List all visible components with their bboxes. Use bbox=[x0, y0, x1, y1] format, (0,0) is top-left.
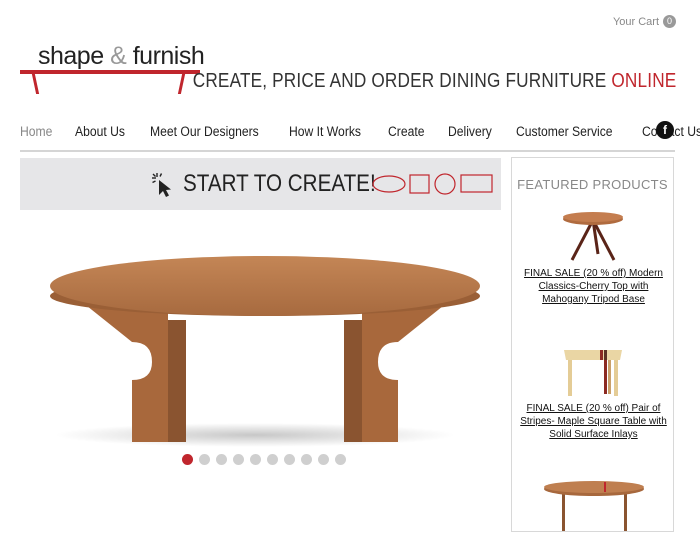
nav-item-create[interactable]: Create bbox=[388, 124, 424, 139]
product-link-1[interactable]: FINAL SALE (20 % off) Modern Classics-Ch… bbox=[518, 267, 669, 306]
main-nav: Home About Us Meet Our Designers How It … bbox=[20, 124, 700, 139]
logo-word-shape: shape bbox=[38, 42, 104, 70]
featured-products-panel: FEATURED PRODUCTS FINAL SALE (20 % off) … bbox=[511, 157, 674, 532]
carousel-dot[interactable] bbox=[233, 454, 244, 465]
logo-table-leg-right bbox=[177, 74, 186, 94]
product-image-oval-table[interactable] bbox=[542, 478, 646, 532]
featured-products-title: FEATURED PRODUCTS bbox=[517, 177, 668, 192]
nav-item-about-us[interactable]: About Us bbox=[75, 124, 125, 139]
product-image-maple-square-table[interactable] bbox=[562, 344, 624, 398]
logo-table-top bbox=[20, 70, 200, 74]
tagline-main: CREATE, PRICE AND ORDER DINING FURNITURE bbox=[192, 70, 606, 92]
carousel-dot[interactable] bbox=[301, 454, 312, 465]
carousel-dot[interactable] bbox=[250, 454, 261, 465]
start-to-create-banner[interactable]: START TO CREATE! bbox=[20, 158, 501, 210]
tagline-accent: ONLINE bbox=[610, 70, 676, 92]
nav-item-home[interactable]: Home bbox=[20, 124, 52, 139]
cart-link[interactable]: Your Cart 0 bbox=[613, 15, 676, 28]
cart-count-badge: 0 bbox=[663, 15, 676, 28]
cart-label: Your Cart bbox=[612, 15, 659, 28]
cursor-click-icon bbox=[152, 173, 171, 197]
carousel-dot[interactable] bbox=[216, 454, 227, 465]
nav-item-meet-our-designers[interactable]: Meet Our Designers bbox=[150, 124, 259, 139]
logo-word-furnish: furnish bbox=[132, 42, 205, 70]
tagline: CREATE, PRICE AND ORDER DINING FURNITURE… bbox=[192, 70, 676, 93]
carousel-dot[interactable] bbox=[318, 454, 329, 465]
carousel-dot[interactable] bbox=[335, 454, 346, 465]
carousel-dot[interactable] bbox=[199, 454, 210, 465]
nav-item-delivery[interactable]: Delivery bbox=[448, 124, 492, 139]
product-image-tripod-table[interactable] bbox=[560, 210, 626, 262]
carousel-indicators bbox=[182, 454, 346, 465]
table-shapes-icon bbox=[372, 173, 493, 195]
nav-item-customer-service[interactable]: Customer Service bbox=[516, 124, 613, 139]
nav-divider bbox=[20, 150, 675, 152]
carousel-dot[interactable] bbox=[267, 454, 278, 465]
facebook-icon[interactable]: f bbox=[656, 121, 674, 139]
carousel-dot[interactable] bbox=[284, 454, 295, 465]
logo-ampersand: & bbox=[110, 42, 127, 70]
nav-item-how-it-works[interactable]: How It Works bbox=[289, 124, 361, 139]
carousel-dot[interactable] bbox=[182, 454, 193, 465]
banner-text: START TO CREATE! bbox=[183, 170, 376, 197]
hero-table-image bbox=[50, 256, 480, 447]
product-link-2[interactable]: FINAL SALE (20 % off) Pair of Stripes- M… bbox=[518, 402, 669, 441]
logo[interactable]: shape & furnish bbox=[20, 40, 205, 96]
logo-table-leg-left bbox=[31, 74, 40, 94]
